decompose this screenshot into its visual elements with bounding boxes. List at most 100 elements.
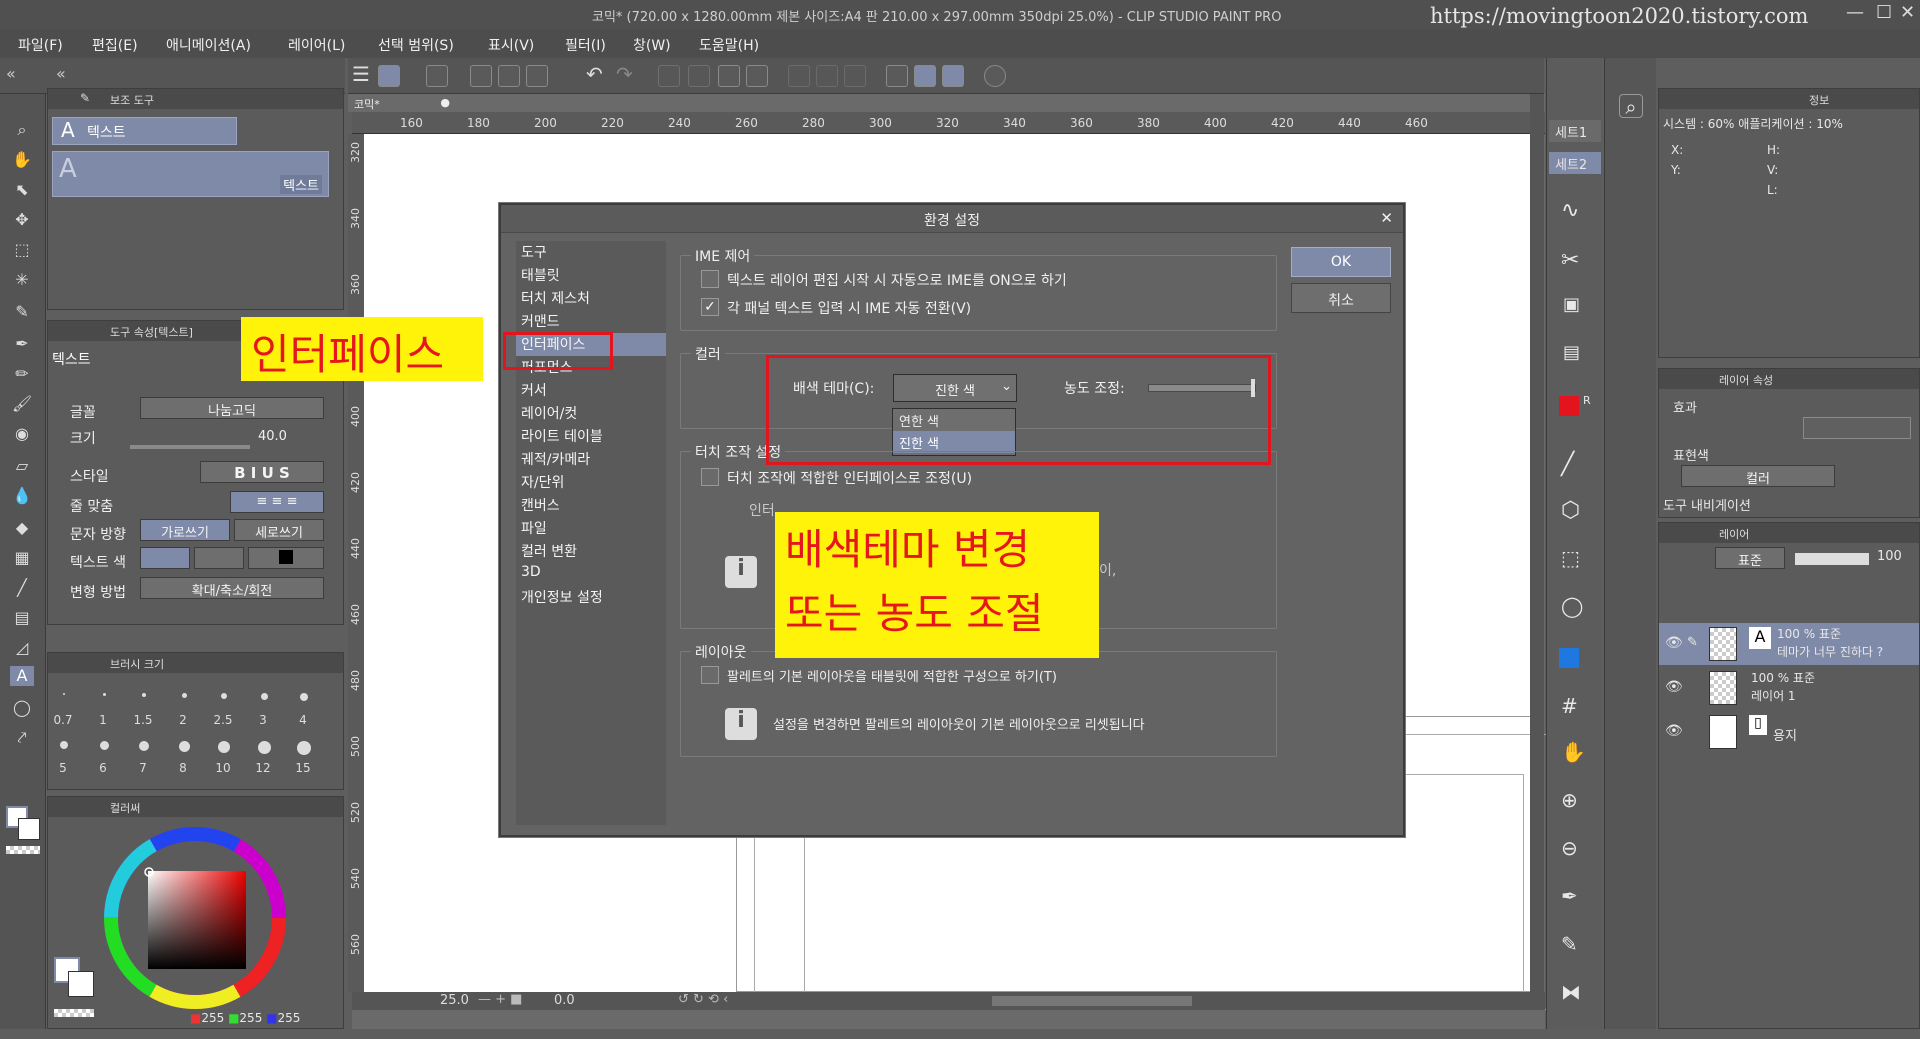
fill-icon[interactable]: [688, 65, 710, 87]
snap-icon[interactable]: [886, 65, 908, 87]
marker-icon[interactable]: ✎: [1561, 932, 1578, 956]
clear-icon[interactable]: [658, 65, 680, 87]
open-file-icon[interactable]: [498, 65, 520, 87]
category-item[interactable]: 컬러 변환: [516, 540, 666, 563]
style-buttons[interactable]: B I U S: [200, 461, 324, 483]
selection-icon[interactable]: ⬚: [10, 240, 34, 260]
balloon-icon[interactable]: ◯: [10, 698, 34, 718]
save-icon[interactable]: [526, 65, 548, 87]
brush-size-dot[interactable]: [260, 693, 268, 700]
brush-icon[interactable]: 🖌: [10, 394, 34, 414]
brush-size-value[interactable]: 7: [128, 761, 158, 775]
brush-size-value[interactable]: 12: [248, 761, 278, 775]
eye-icon[interactable]: 👁: [1665, 723, 1683, 739]
sub-color-button[interactable]: [194, 547, 244, 569]
redo-icon[interactable]: ↷: [616, 62, 633, 86]
ime-auto-on-checkbox[interactable]: [701, 270, 719, 288]
category-item[interactable]: 커서: [516, 379, 666, 402]
ok-button[interactable]: OK: [1291, 247, 1391, 277]
curve-icon[interactable]: ∿: [1561, 198, 1579, 223]
brush-size-value[interactable]: 3: [248, 713, 278, 727]
brush-size-dot[interactable]: [218, 741, 230, 753]
vertical-scrollbar[interactable]: [1530, 94, 1544, 992]
lasso-icon[interactable]: ◯: [1561, 594, 1583, 618]
canvas-tab[interactable]: 코믹* ●: [348, 94, 458, 112]
blend-icon[interactable]: 💧: [10, 486, 34, 506]
wheel-sub-color[interactable]: [68, 971, 94, 997]
snap-grid-icon[interactable]: [942, 65, 964, 87]
eye-icon[interactable]: 👁: [1665, 635, 1683, 651]
ruler-icon[interactable]: ◿: [10, 638, 34, 658]
menu-filter[interactable]: 필터(I): [565, 35, 606, 55]
menu-layer[interactable]: 레이어(L): [288, 35, 345, 55]
transparent-color-swatch[interactable]: [6, 846, 40, 854]
color-wheel[interactable]: [100, 823, 290, 1013]
brush-size-value[interactable]: 2.5: [208, 713, 238, 727]
transform-icon[interactable]: [746, 65, 768, 87]
brush-size-value[interactable]: 15: [288, 761, 318, 775]
brush-size-dot[interactable]: [178, 741, 190, 752]
new-canvas-icon[interactable]: [378, 65, 400, 87]
spiral-icon[interactable]: [426, 65, 448, 87]
category-item[interactable]: 터치 제스처: [516, 287, 666, 310]
line-icon[interactable]: ╱: [1561, 452, 1574, 477]
blue-color-swatch[interactable]: [1559, 648, 1579, 668]
brush-size-value[interactable]: 4: [288, 713, 318, 727]
brush-size-dot[interactable]: [99, 741, 109, 750]
menu-edit[interactable]: 편집(E): [92, 35, 138, 55]
fill-bucket-icon[interactable]: [718, 65, 740, 87]
eye-icon[interactable]: 👁: [1665, 679, 1683, 695]
flip-icon[interactable]: ⧓: [1561, 980, 1581, 1004]
express-color-select[interactable]: 컬러: [1681, 465, 1835, 487]
category-item[interactable]: 도구: [516, 241, 666, 264]
collapse-icon[interactable]: «: [56, 64, 66, 83]
touch-interface-checkbox[interactable]: [701, 468, 719, 486]
category-item[interactable]: 3D: [516, 563, 666, 586]
set2-tab[interactable]: 세트2: [1549, 152, 1601, 174]
help-icon[interactable]: [984, 65, 1006, 87]
figure-icon[interactable]: ╱: [10, 578, 34, 598]
tablet-layout-checkbox[interactable]: [701, 666, 719, 684]
category-item[interactable]: 개인정보 설정: [516, 586, 666, 609]
category-item[interactable]: 커맨드: [516, 310, 666, 333]
horizontal-scrollbar[interactable]: [992, 996, 1192, 1006]
opacity-value[interactable]: 100: [1877, 549, 1902, 564]
zoom-value[interactable]: 25.0: [440, 993, 469, 1008]
brush-size-dot[interactable]: [139, 741, 149, 751]
fill-icon[interactable]: ◆: [10, 518, 34, 538]
dialog-close-button[interactable]: ✕: [1380, 209, 1393, 227]
eraser-icon[interactable]: ▱: [10, 456, 34, 476]
zoom-in-icon[interactable]: ⊕: [1561, 788, 1578, 812]
category-item[interactable]: 캔버스: [516, 494, 666, 517]
main-color-button[interactable]: [140, 547, 190, 569]
frame-icon[interactable]: ▤: [10, 608, 34, 628]
move-icon[interactable]: ✥: [10, 210, 34, 230]
font-select[interactable]: 나눔고딕: [140, 397, 324, 419]
ime-panel-switch-checkbox[interactable]: ✓: [701, 298, 719, 316]
effect-buttons[interactable]: [1803, 417, 1911, 439]
category-item[interactable]: 자/단위: [516, 471, 666, 494]
scissors-icon[interactable]: ✂: [1561, 248, 1579, 273]
paste-icon[interactable]: ▤: [1563, 342, 1580, 363]
angle-value[interactable]: 0.0: [554, 993, 575, 1008]
auto-select-icon[interactable]: ✳: [10, 270, 34, 290]
brush-size-value[interactable]: 0.7: [48, 713, 78, 727]
transform-select[interactable]: 확대/축소/회전: [140, 577, 324, 599]
undo-icon[interactable]: ↶: [586, 62, 603, 86]
invert-icon[interactable]: [844, 65, 866, 87]
snap-ruler-icon[interactable]: [914, 65, 936, 87]
hand-icon[interactable]: ✋: [1561, 740, 1586, 764]
brush-size-dot[interactable]: [300, 693, 308, 701]
eyedropper-icon[interactable]: ✎: [10, 302, 34, 322]
category-item[interactable]: 궤적/카메라: [516, 448, 666, 471]
vertical-button[interactable]: 세로쓰기: [234, 519, 324, 541]
close-window-button[interactable]: ✕: [1900, 2, 1915, 23]
hexagon-icon[interactable]: ⬡: [1561, 498, 1580, 523]
brush-size-dot[interactable]: [221, 693, 227, 699]
menu-selection[interactable]: 선택 범위(S): [378, 35, 454, 55]
minimize-button[interactable]: —: [1846, 2, 1864, 23]
correct-line-icon[interactable]: ⤤: [10, 728, 34, 748]
size-slider[interactable]: [130, 445, 250, 449]
pen-icon[interactable]: ✒: [1561, 884, 1578, 908]
pen-icon[interactable]: ✒: [10, 334, 34, 354]
